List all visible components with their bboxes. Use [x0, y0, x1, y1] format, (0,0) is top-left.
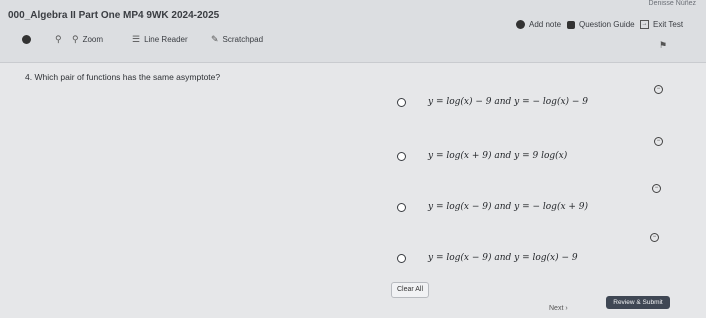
answer-choice-3[interactable]: y = log(x − 9) and y = − log(x + 9): [397, 202, 588, 212]
exit-icon: →: [640, 20, 649, 29]
answer-choice-2[interactable]: y = log(x + 9) and y = 9 log(x): [397, 151, 567, 161]
question-guide-button[interactable]: Question Guide: [567, 20, 635, 29]
answer-choice-4[interactable]: y = log(x − 9) and y = log(x) − 9: [397, 253, 578, 263]
radio-button[interactable]: [397, 97, 406, 107]
review-submit-button[interactable]: Review & Submit: [606, 296, 670, 309]
pencil-icon: ✎: [211, 34, 219, 44]
user-name: Denisse Núñez: [648, 0, 696, 7]
radio-button[interactable]: [397, 151, 406, 161]
guide-icon: [567, 20, 575, 29]
zoom-icon: ⚲: [72, 34, 79, 44]
add-note-label: Add note: [529, 20, 562, 29]
question-guide-label: Question Guide: [579, 20, 635, 29]
scratchpad-label: Scratchpad: [222, 35, 264, 44]
next-button[interactable]: Next ›: [549, 305, 568, 312]
eliminate-icon[interactable]: −: [654, 137, 663, 146]
eliminate-icon[interactable]: −: [654, 85, 663, 94]
choice-text: y = log(x − 9) and y = − log(x + 9): [428, 202, 589, 212]
page-title: 000_Algebra II Part One MP4 9WK 2024-202…: [8, 10, 220, 21]
radio-button[interactable]: [397, 253, 406, 263]
add-note-button[interactable]: Add note: [516, 20, 561, 29]
divider: [0, 62, 706, 63]
zoom-button[interactable]: ⚲ Zoom: [72, 34, 104, 45]
choice-text: y = log(x) − 9 and y = − log(x) − 9: [428, 97, 589, 107]
choice-text: y = log(x + 9) and y = 9 log(x): [428, 151, 568, 161]
question-text: 4. Which pair of functions has the same …: [25, 72, 221, 82]
radio-button[interactable]: [397, 202, 406, 212]
line-reader-icon: ☰: [132, 34, 141, 44]
zoom-out-button[interactable]: ⚲: [55, 35, 62, 44]
flag-icon[interactable]: ⚑: [659, 40, 667, 51]
accessibility-icon: [22, 35, 31, 44]
eliminate-icon[interactable]: −: [652, 184, 661, 193]
exit-test-button[interactable]: → Exit Test: [640, 20, 683, 29]
answer-choice-1[interactable]: y = log(x) − 9 and y = − log(x) − 9: [397, 97, 588, 107]
choice-text: y = log(x − 9) and y = log(x) − 9: [428, 253, 578, 263]
eliminate-icon[interactable]: −: [650, 233, 659, 242]
accessibility-button[interactable]: [22, 35, 31, 44]
exit-test-label: Exit Test: [653, 20, 684, 29]
scratchpad-button[interactable]: ✎ Scratchpad: [211, 34, 264, 45]
note-icon: [516, 20, 525, 29]
line-reader-button[interactable]: ☰ Line Reader: [132, 34, 188, 45]
clear-all-button[interactable]: Clear All: [391, 282, 429, 298]
zoom-out-icon: ⚲: [55, 34, 62, 44]
line-reader-label: Line Reader: [144, 35, 188, 44]
zoom-label: Zoom: [82, 35, 104, 44]
